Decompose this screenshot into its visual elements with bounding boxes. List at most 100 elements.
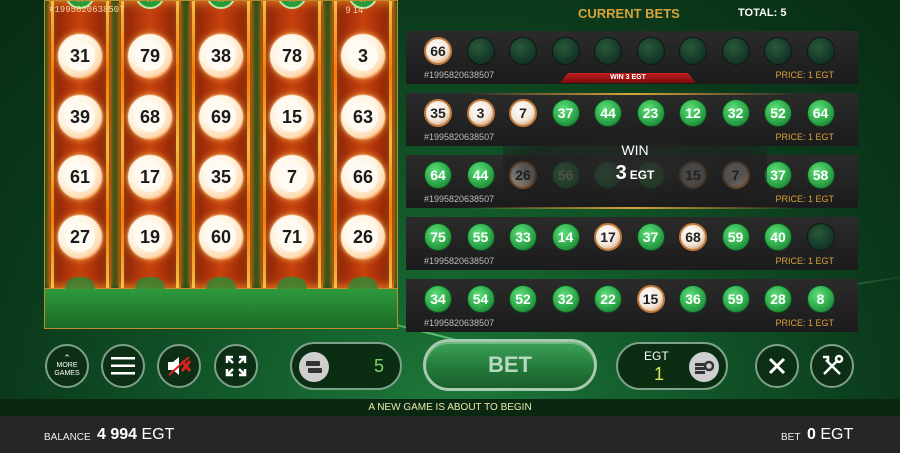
bet-ticket-row[interactable]: 34 54 52 32 22 15 36 59 28 8 #1995820638507 PRICE: … — [406, 279, 858, 332]
ticket-number-ball: 59 — [721, 223, 750, 251]
hit-number-ball: 7 — [509, 99, 537, 127]
drawn-ball: 61 — [58, 155, 102, 199]
bets-count-control[interactable]: 5 — [290, 342, 402, 390]
ticket-number-ball: 59 — [721, 285, 750, 313]
drawn-ball-number: 38 — [206, 41, 236, 71]
ticket-number-ball: 40 — [764, 223, 792, 251]
drawn-ball-number: 71 — [277, 222, 307, 252]
menu-button[interactable] — [101, 344, 145, 388]
empty-slot-ball — [764, 37, 792, 65]
hit-number-ball: 3 — [466, 99, 495, 127]
incoming-ball — [135, 277, 165, 289]
ticket-number-ball: 54 — [466, 285, 495, 313]
ticket-price: PRICE: 1 EGT — [775, 318, 834, 328]
drawn-ball-number: 61 — [65, 162, 95, 192]
drawn-ball: 15 — [270, 95, 314, 139]
clear-button[interactable] — [755, 344, 799, 388]
hamburger-icon — [111, 357, 135, 375]
ticket-number-ball: 8 — [806, 285, 835, 313]
drawn-ball: 38 — [199, 34, 243, 78]
drawn-ball-number: 35 — [206, 162, 236, 192]
drawn-ball-number: 63 — [348, 102, 378, 132]
drawn-ball: 39 — [58, 95, 102, 139]
win-amount: 3 EGT — [503, 162, 767, 185]
win-popup: WIN 3 EGT — [503, 130, 767, 202]
bets-total: TOTAL: 5 — [738, 7, 787, 19]
ticket-price: PRICE: 1 EGT — [775, 132, 834, 142]
tools-button[interactable] — [810, 344, 854, 388]
drawn-ball: 27 — [58, 215, 102, 259]
drawn-ball: 17 — [128, 155, 172, 199]
bets-count-value: 5 — [373, 356, 384, 376]
ticket-number-ball: 44 — [594, 99, 622, 127]
empty-slot-ball — [806, 37, 835, 65]
tickets-icon — [299, 352, 329, 382]
win-currency: EGT — [629, 168, 655, 182]
balance-value: 4 994 — [97, 426, 138, 443]
more-games-line1: MORE — [56, 362, 78, 369]
current-bets-header: CURRENT BETS TOTAL: 5 — [406, 0, 858, 28]
drawn-ball: 79 — [128, 34, 172, 78]
sound-button[interactable] — [157, 344, 201, 388]
bet-ticket-row[interactable]: 66 #1995820638507 PRICE: 1 EGT WIN 3 EGT — [406, 31, 858, 84]
stake-control[interactable]: EGT 1 — [616, 342, 728, 390]
bet-button[interactable]: BET — [423, 339, 597, 391]
win-highlight-line — [466, 93, 798, 95]
drawn-ball: 66 — [341, 155, 385, 199]
balance-label: BALANCE — [44, 432, 91, 443]
drawn-ball: 68 — [128, 95, 172, 139]
sound-muted-icon — [168, 356, 192, 376]
ticket-price: PRICE: 1 EGT — [775, 70, 834, 80]
flame-edge — [247, 1, 250, 288]
bet-total-currency: EGT — [820, 426, 854, 443]
more-games-line2: GAMES — [54, 370, 80, 377]
flame-edge — [121, 1, 124, 288]
empty-slot-ball — [466, 37, 495, 65]
drawn-ball-number: 60 — [206, 222, 236, 252]
fullscreen-button[interactable] — [214, 344, 258, 388]
ticket-number-ball: 37 — [764, 161, 792, 189]
fullscreen-icon — [225, 355, 247, 377]
drawn-ball-number: 79 — [135, 41, 165, 71]
drawn-ball-number: 19 — [135, 222, 165, 252]
ticket-price: PRICE: 1 EGT — [775, 194, 834, 204]
close-icon — [768, 357, 786, 375]
ticket-id: #1995820638507 — [424, 194, 495, 204]
drawn-ball: 78 — [270, 34, 314, 78]
incoming-ball — [348, 277, 378, 289]
flame-edge — [51, 1, 54, 288]
ticket-number-ball: 28 — [764, 285, 792, 313]
drawn-ball: 71 — [270, 215, 314, 259]
win-amount-value: 3 — [615, 162, 627, 184]
ticket-number-ball: 14 — [551, 223, 580, 251]
stake-currency: EGT — [644, 349, 669, 363]
board-tray — [45, 288, 397, 328]
flame-edge — [389, 1, 392, 288]
ticket-number-ball: 64 — [424, 161, 452, 189]
ticket-number-ball: 58 — [806, 161, 835, 189]
win-ribbon: WIN 3 EGT — [560, 73, 696, 83]
hit-number-ball: 35 — [424, 99, 452, 127]
stake-value: 1 — [654, 364, 665, 384]
drawn-ball-number: 68 — [135, 102, 165, 132]
flame-edge — [318, 1, 321, 288]
ticket-number-ball: 37 — [636, 223, 665, 251]
ticket-number-ball: 23 — [636, 99, 665, 127]
drawn-ball: 60 — [199, 215, 243, 259]
chips-gear-icon[interactable] — [689, 352, 719, 382]
ticket-number-ball: 33 — [509, 223, 537, 251]
drawn-ball: 7 — [270, 155, 314, 199]
ticket-number-ball: 22 — [594, 285, 622, 313]
bet-ticket-row[interactable]: 75 55 33 14 17 37 68 59 40 #1995820638507 PRICE: 1… — [406, 217, 858, 270]
more-games-button[interactable]: ⌃ MORE GAMES — [45, 344, 89, 388]
flame-edge — [176, 1, 179, 288]
draw-number: 9 14 — [345, 5, 363, 15]
drawn-ball: 3 — [341, 34, 385, 78]
bet-total-value: 0 — [807, 426, 816, 443]
status-message: A NEW GAME IS ABOUT TO BEGIN — [368, 402, 532, 413]
incoming-ball — [277, 277, 307, 289]
ticket-number-ball: 55 — [466, 223, 495, 251]
flame-edge — [192, 1, 195, 288]
drawn-ball: 69 — [199, 95, 243, 139]
drawn-ball-number: 26 — [348, 222, 378, 252]
